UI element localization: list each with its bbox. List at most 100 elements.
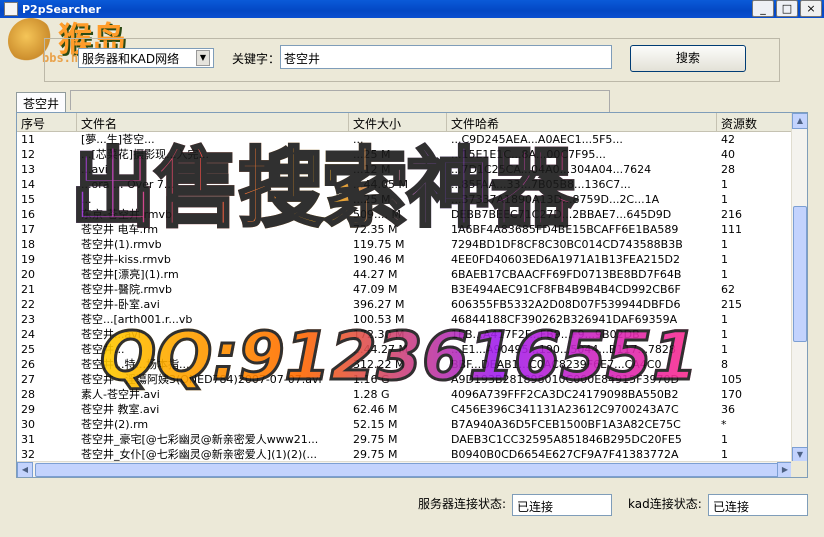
- cell-filename: 苍空井-醫院.rmvb: [81, 283, 173, 296]
- cell-index: 16: [21, 208, 35, 221]
- cell-filename: 苍空井 电车.rm: [81, 223, 159, 236]
- table-row[interactable]: 18 苍空井(1).rmvb 119.75 M 7294BD1DF8CF8C30BC0…: [17, 237, 793, 252]
- table-row[interactable]: 30 苍空井(2).rm 52.15 M B7A940A36D5FCEB1500BF1…: [17, 417, 793, 432]
- cell-hash: 7294BD1DF8CF8C30BC014CD743588B3B: [451, 238, 683, 251]
- vertical-scrollbar[interactable]: ▲ ▼: [791, 113, 807, 463]
- cell-size: 1.16 G: [353, 373, 390, 386]
- cell-sources: 1: [721, 433, 728, 446]
- maximize-button[interactable]: □: [776, 0, 798, 17]
- cell-hash: 606355FB5332A2D08D07F539944DBFD6: [451, 298, 681, 311]
- column-header-hash[interactable]: 文件哈希: [447, 113, 717, 132]
- cell-index: 25: [21, 343, 35, 356]
- table-row[interactable]: 29 苍空井 教室.avi 62.46 M C456E396C341131A23612…: [17, 402, 793, 417]
- cell-sources: 36: [721, 403, 735, 416]
- cell-size: 47.09 M: [353, 283, 398, 296]
- cell-filename: [夢...生]苍空...: [81, 133, 155, 146]
- table-row[interactable]: 11 [夢...生]苍空...... ...C9D245AEA...A0AEC1..…: [17, 132, 793, 147]
- cell-index: 29: [21, 403, 35, 416]
- cell-sources: 1: [721, 268, 728, 281]
- network-select-value: 服务器和KAD网络: [82, 51, 180, 66]
- cell-size: ...12 M: [353, 163, 391, 176]
- cell-hash: ...37337A1890A13D...8759D...2C...1A: [451, 193, 660, 206]
- table-row[interactable]: 31 苍空井_豪宅[@七彩幽灵@新亲密爱人www21... 29.75 M DAEB3…: [17, 432, 793, 447]
- cell-size: ...44.05 M: [353, 178, 408, 191]
- table-row[interactable]: 27 苍空井 - 淫蕩阿姨3(ONED784)2007-07-07.avi 1.16…: [17, 372, 793, 387]
- column-header-filename[interactable]: 文件名: [77, 113, 349, 132]
- scroll-left-icon[interactable]: ◀: [17, 462, 33, 477]
- cell-sources: 1: [721, 193, 728, 206]
- table-row[interactable]: 28 素人-苍空井.avi 1.28 G 4096A739FFF2CA3DC24179…: [17, 387, 793, 402]
- cell-hash: A9D193B281898010C000E84915F3970D: [451, 373, 679, 386]
- results-list[interactable]: 序号 文件名 文件大小 文件哈希 资源数 11 [夢...生]苍空........…: [16, 112, 808, 478]
- chevron-down-icon[interactable]: ▼: [196, 50, 210, 66]
- table-row[interactable]: 22 苍空井-卧室.avi 396.27 M 606355FB5332A2D08D07…: [17, 297, 793, 312]
- tab-strip: [70, 90, 610, 110]
- keyword-input[interactable]: 苍空井: [280, 45, 612, 69]
- cell-index: 11: [21, 133, 35, 146]
- tab-results[interactable]: 苍空井: [16, 92, 67, 112]
- table-row[interactable]: 25 苍空井... ...44.27 M ...E1...A90495...190..…: [17, 342, 793, 357]
- cell-hash: 4096A739FFF2CA3DC24179098BA550B2: [451, 388, 679, 401]
- cell-filename: 东京-苍空井.rmvb: [81, 208, 173, 221]
- cell-index: 26: [21, 358, 35, 371]
- server-status-value: 已连接: [512, 494, 612, 516]
- cell-hash: BBF...DEAB1...C0AC8239F6E7...CA4C0: [451, 358, 662, 371]
- table-row[interactable]: 16 东京-苍空井.rmvb 509.... M DEBB7BEEC71C27D...…: [17, 207, 793, 222]
- search-button[interactable]: 搜索: [630, 45, 746, 72]
- column-header-sources[interactable]: 资源数: [717, 113, 793, 132]
- cell-index: 30: [21, 418, 35, 431]
- vertical-scroll-thumb[interactable]: [793, 206, 807, 342]
- cell-filename: ...: [81, 193, 92, 206]
- table-row[interactable]: 17 苍空井 电车.rm 72.35 M 1A6BF4A83685FD4BE15BCA…: [17, 222, 793, 237]
- table-row[interactable]: 20 苍空井[漂亮](1).rm 44.27 M 6BAEB17CBAACFF69FD…: [17, 267, 793, 282]
- cell-size: 1.28 G: [353, 388, 390, 401]
- cell-filename: 苍空井_女仆[@七彩幽灵@新亲密爱人](1)(2)(...: [81, 448, 318, 461]
- cell-size: 29.75 M: [353, 448, 398, 461]
- table-row[interactable]: 14 ...ora ... Over 7... ...44.05 M ...85FAA…: [17, 177, 793, 192]
- table-row[interactable]: 15... ...25 M ...37337A1890A13D...8759D...…: [17, 192, 793, 207]
- table-row[interactable]: 12 ...[芯菜花]摄影现...入完... ...25 M ...15E1E1C..…: [17, 147, 793, 162]
- table-row[interactable]: 26 苍空井...特...场本指... 312.22 M BBF...DEAB1...…: [17, 357, 793, 372]
- column-header-index[interactable]: 序号: [17, 113, 77, 132]
- cell-hash: ...C9D245AEA...A0AEC1...5F5...: [451, 133, 623, 146]
- table-row[interactable]: 32 苍空井_女仆[@七彩幽灵@新亲密爱人](1)(2)(... 29.75 M B0…: [17, 447, 793, 462]
- cell-filename: 苍空井 - 淫蕩阿姨3(ONED784)2007-07-07.avi: [81, 373, 322, 386]
- column-header-size[interactable]: 文件大小: [349, 113, 447, 132]
- cell-filename: 苍空井(2).rm: [81, 418, 149, 431]
- cell-hash: 1A6BF4A83685FD4BE15BCAFF6E1BA589: [451, 223, 679, 236]
- cell-size: 100.53 M: [353, 313, 405, 326]
- cell-index: 19: [21, 253, 35, 266]
- cell-filename: 苍空井...: [81, 343, 125, 356]
- cell-index: 20: [21, 268, 35, 281]
- cell-hash: 4EE0FD40603ED6A1971A1B13FEA215D2: [451, 253, 680, 266]
- cell-sources: 62: [721, 283, 735, 296]
- cell-size: 119.75 M: [353, 238, 405, 251]
- cell-size: 172.30 M: [353, 328, 405, 341]
- table-row[interactable]: 19 苍空井-kiss.rmvb 190.46 M 4EE0FD40603ED6A19…: [17, 252, 793, 267]
- network-select[interactable]: 服务器和KAD网络 ▼: [78, 48, 214, 68]
- horizontal-scrollbar[interactable]: ◀ ▶: [17, 461, 793, 477]
- close-button[interactable]: ×: [800, 0, 822, 17]
- cell-filename: 苍空井(1).rmvb: [81, 238, 162, 251]
- table-row[interactable]: 24 苍空井...avi 172.30 M 1EB...A417F2F...FB9..…: [17, 327, 793, 342]
- kad-status-value: 已连接: [708, 494, 808, 516]
- table-row[interactable]: 23 苍空...[arth001.r...vb 100.53 M 46844188CF…: [17, 312, 793, 327]
- cell-size: 396.27 M: [353, 298, 405, 311]
- cell-size: ...25 M: [353, 193, 391, 206]
- cell-index: 18: [21, 238, 35, 251]
- cell-index: 15: [21, 193, 35, 206]
- minimize-button[interactable]: _: [752, 0, 774, 17]
- cell-filename: ...[芯菜花]摄影现...入完...: [81, 148, 210, 161]
- scroll-up-icon[interactable]: ▲: [792, 113, 807, 129]
- table-row[interactable]: 21 苍空井-醫院.rmvb 47.09 M B3E494AEC91CF8FB4B9B…: [17, 282, 793, 297]
- cell-index: 14: [21, 178, 35, 191]
- cell-sources: 1: [721, 328, 728, 341]
- cell-sources: 1: [721, 178, 728, 191]
- cell-filename: ...avi: [81, 163, 108, 176]
- cell-size: 44.27 M: [353, 268, 398, 281]
- table-row[interactable]: 13 ...avi ...12 M ...7D1C25CA...04A0...304A…: [17, 162, 793, 177]
- cell-sources: 1: [721, 253, 728, 266]
- cell-size: 509.... M: [353, 208, 401, 221]
- horizontal-scroll-thumb[interactable]: [35, 463, 791, 477]
- cell-filename: 苍空井...avi: [81, 328, 141, 341]
